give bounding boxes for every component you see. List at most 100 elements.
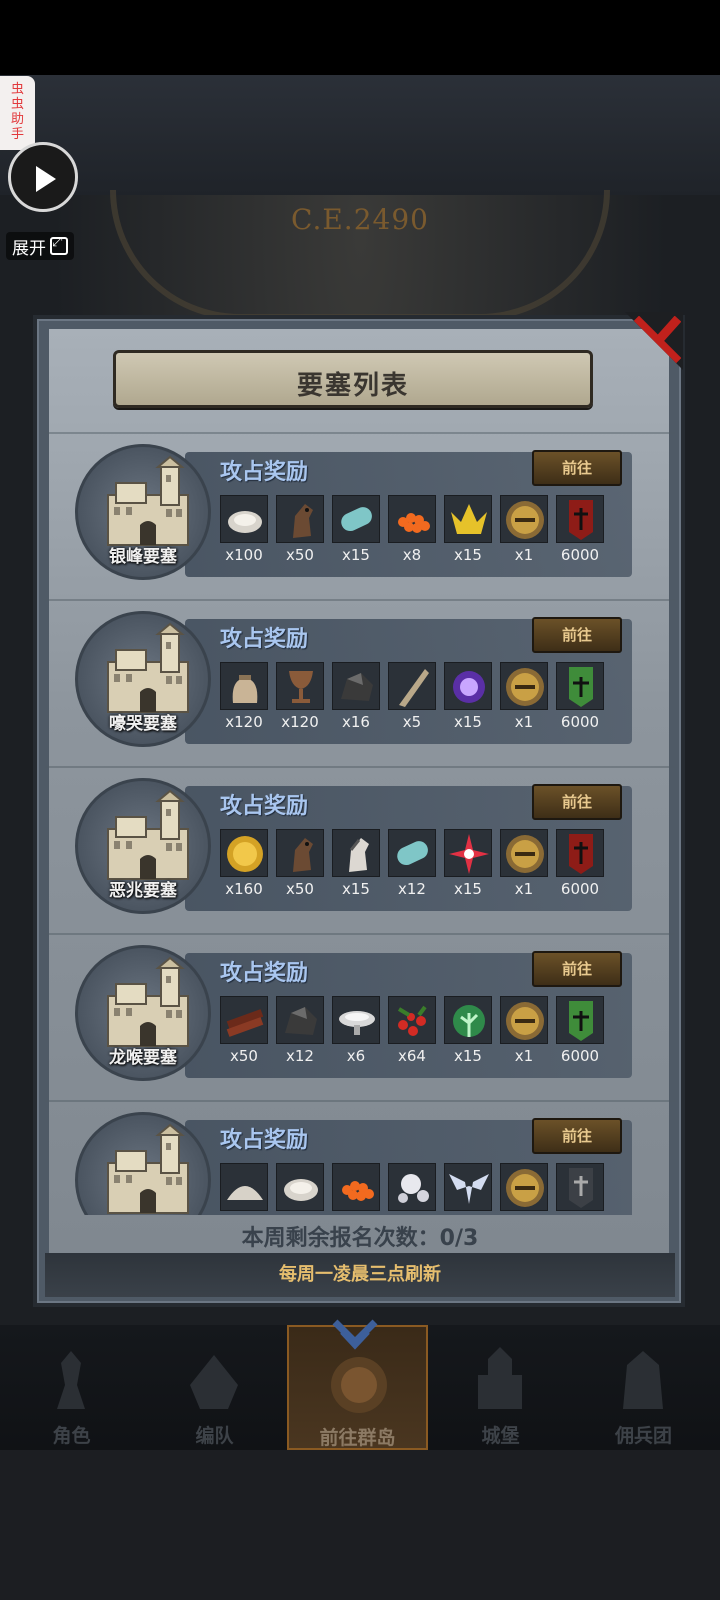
item-quantity: x50 [286, 880, 314, 898]
goto-button[interactable]: 前往 [532, 1118, 622, 1154]
reward-item[interactable]: x120 [220, 662, 268, 731]
nav-label: 前往群岛 [319, 1427, 396, 1449]
dialog-title-banner: 要塞列表 [113, 350, 593, 408]
goto-button[interactable]: 前往 [532, 450, 622, 486]
reward-item[interactable]: x5 [388, 662, 436, 731]
helper-tab[interactable]: 虫 虫 助 手 [0, 76, 35, 150]
reward-item[interactable]: x15 [444, 829, 492, 898]
item-slot [276, 829, 324, 877]
item-slot [332, 1163, 380, 1211]
item-quantity: x50 [286, 546, 314, 564]
reward-title: 攻占奖励 [220, 1128, 309, 1153]
reward-item[interactable]: x160 [220, 829, 268, 898]
fortress-name: 嚎哭要塞 [109, 714, 177, 734]
goto-button[interactable]: 前往 [532, 784, 622, 820]
reward-item[interactable]: x15 [332, 495, 380, 564]
item-quantity: x15 [454, 1047, 482, 1065]
reward-item[interactable]: x12 [388, 829, 436, 898]
helper-tab-char: 手 [10, 127, 24, 142]
knight-helmet-icon [506, 835, 544, 873]
nav-castle[interactable]: 城堡 [430, 1325, 571, 1450]
item-quantity: x1 [514, 546, 534, 564]
item-quantity: x100 [225, 546, 263, 564]
nav-label: 佣兵团 [614, 1425, 672, 1447]
item-quantity: 6000 [560, 713, 600, 731]
expand-button[interactable]: 展开 [6, 232, 74, 260]
reward-item[interactable]: x50 [276, 829, 324, 898]
item-slot [332, 996, 380, 1044]
reward-item[interactable] [500, 1163, 548, 1214]
reward-item[interactable]: x8 [388, 495, 436, 564]
fortress-list[interactable]: 银峰要塞 攻占奖励 前往 x100 x50 x15 x8 x15 x1 6000 嚎哭要塞 攻占奖励前… [45, 432, 675, 1215]
item-slot [220, 662, 268, 710]
item-quantity: x8 [402, 546, 422, 564]
reward-title: 攻占奖励 [220, 460, 309, 485]
sack-icon [232, 675, 258, 703]
item-quantity: 6000 [560, 546, 600, 564]
row-divider [45, 933, 675, 935]
nav-character[interactable]: 角色 [1, 1325, 142, 1450]
item-slot [332, 662, 380, 710]
ore-icon [341, 673, 373, 701]
nav-squad[interactable]: 编队 [144, 1325, 285, 1450]
reward-item[interactable]: x15 [444, 996, 492, 1065]
reward-item[interactable]: 6000 [556, 495, 604, 564]
reward-item[interactable]: x6 [332, 996, 380, 1065]
reward-item[interactable] [388, 1163, 436, 1214]
fortress-row: 攻占奖励 前往 [45, 1100, 675, 1215]
reward-item[interactable]: x50 [276, 495, 324, 564]
reward-item[interactable]: 6000 [556, 662, 604, 731]
reward-item[interactable]: x15 [444, 495, 492, 564]
purple-gem-icon [453, 671, 485, 703]
red-banner-icon [569, 500, 593, 540]
goto-button[interactable]: 前往 [532, 617, 622, 653]
item-quantity: x50 [230, 1047, 258, 1065]
oyster-icon [228, 511, 262, 533]
reward-item[interactable]: x12 [276, 996, 324, 1065]
reward-item[interactable]: x15 [332, 829, 380, 898]
weekly-remaining: 本周剩余报名次数：0/3 [45, 1220, 675, 1252]
play-button[interactable] [8, 142, 78, 212]
grey-banner-icon [569, 1168, 593, 1208]
reward-item[interactable]: x16 [332, 662, 380, 731]
fortress-name: 银峰要塞 [109, 547, 177, 567]
reward-item[interactable]: x50 [220, 996, 268, 1065]
reward-item[interactable]: x64 [388, 996, 436, 1065]
item-slot [444, 662, 492, 710]
item-quantity: x15 [454, 713, 482, 731]
refresh-note: 每周一凌晨三点刷新 [45, 1253, 675, 1297]
reward-item[interactable] [556, 1163, 604, 1214]
reward-item[interactable] [444, 1163, 492, 1214]
reward-item[interactable] [276, 1163, 324, 1214]
item-quantity: 6000 [560, 1047, 600, 1065]
reward-item[interactable]: x1 [500, 495, 548, 564]
item-quantity: x120 [281, 713, 319, 731]
nav-label: 角色 [52, 1425, 91, 1447]
item-quantity: x64 [398, 1047, 426, 1065]
roe-icon [398, 513, 430, 533]
reward-item[interactable]: 6000 [556, 829, 604, 898]
item-slot [500, 662, 548, 710]
horn-icon [399, 669, 429, 707]
reward-item[interactable]: x1 [500, 662, 548, 731]
reward-item[interactable] [332, 1163, 380, 1214]
reward-item[interactable]: x15 [444, 662, 492, 731]
goto-button[interactable]: 前往 [532, 951, 622, 987]
reward-items: x100 x50 x15 x8 x15 x1 6000 [220, 495, 604, 564]
reward-item[interactable]: x120 [276, 662, 324, 731]
fortress-row: 银峰要塞 攻占奖励 前往 x100 x50 x15 x8 x15 x1 6000 [45, 432, 675, 600]
salt-bowl-icon [339, 1011, 375, 1035]
item-quantity: x15 [454, 546, 482, 564]
reward-item[interactable]: x100 [220, 495, 268, 564]
reward-item[interactable]: x1 [500, 829, 548, 898]
reward-item[interactable] [220, 1163, 268, 1214]
reward-title: 攻占奖励 [220, 627, 309, 652]
reward-item[interactable]: x1 [500, 996, 548, 1065]
reward-items: x120 x120 x16 x5 x15 x1 6000 [220, 662, 604, 731]
item-slot [556, 1163, 604, 1211]
nav-mercenary[interactable]: 佣兵团 [573, 1325, 714, 1450]
reward-item[interactable]: 6000 [556, 996, 604, 1065]
system-bar [0, 1450, 720, 1600]
helper-tab-char: 助 [10, 112, 24, 127]
horse-icon [293, 838, 313, 872]
